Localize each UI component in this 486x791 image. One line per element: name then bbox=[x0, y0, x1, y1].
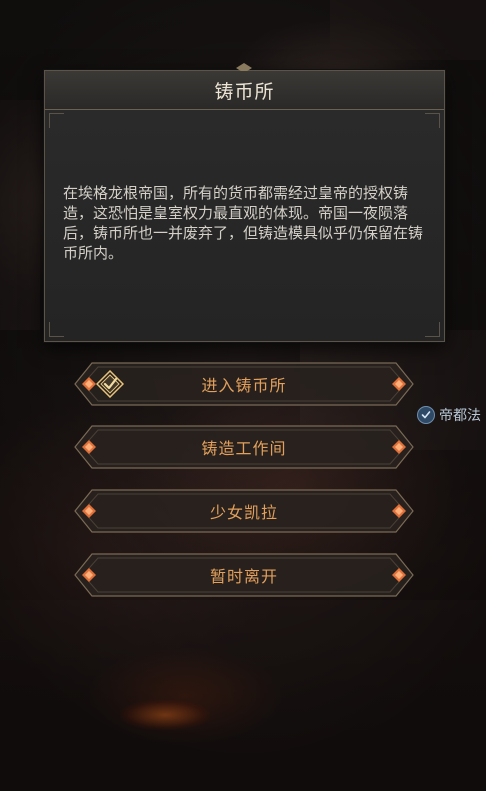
choice-button-girl-kaila[interactable]: 少女凯拉 bbox=[74, 489, 414, 533]
background-fire-glow bbox=[120, 700, 210, 730]
background-roof bbox=[330, 0, 486, 60]
dialog-header: 铸币所 bbox=[45, 71, 444, 110]
corner-ornament bbox=[49, 113, 64, 128]
choice-button-enter-mint[interactable]: 进入铸币所 bbox=[74, 362, 414, 406]
choice-label: 少女凯拉 bbox=[209, 503, 278, 522]
choice-button-forge-workshop[interactable]: 铸造工作间 bbox=[74, 425, 414, 469]
dialog-description: 在埃格龙根帝国，所有的货币都需经过皇帝的授权铸造，这恐怕是皇室权力最直观的体现。… bbox=[63, 184, 424, 262]
choice-button-leave[interactable]: 暂时离开 bbox=[74, 553, 414, 597]
corner-ornament bbox=[49, 322, 64, 337]
dialog-title: 铸币所 bbox=[214, 80, 275, 103]
choice-label: 铸造工作间 bbox=[201, 439, 287, 458]
background-street bbox=[0, 600, 486, 791]
map-location-tag[interactable]: 帝都法 bbox=[417, 404, 481, 426]
choice-label: 进入铸币所 bbox=[201, 376, 287, 395]
corner-ornament bbox=[425, 322, 440, 337]
map-location-label: 帝都法 bbox=[439, 408, 481, 424]
background-tower bbox=[0, 100, 40, 330]
corner-ornament bbox=[425, 113, 440, 128]
choice-label: 暂时离开 bbox=[209, 567, 278, 586]
event-dialog-panel: 铸币所 在埃格龙根帝国，所有的货币都需经过皇帝的授权铸造，这恐怕是皇室权力最直观… bbox=[44, 63, 445, 342]
check-circle-icon bbox=[417, 406, 435, 424]
